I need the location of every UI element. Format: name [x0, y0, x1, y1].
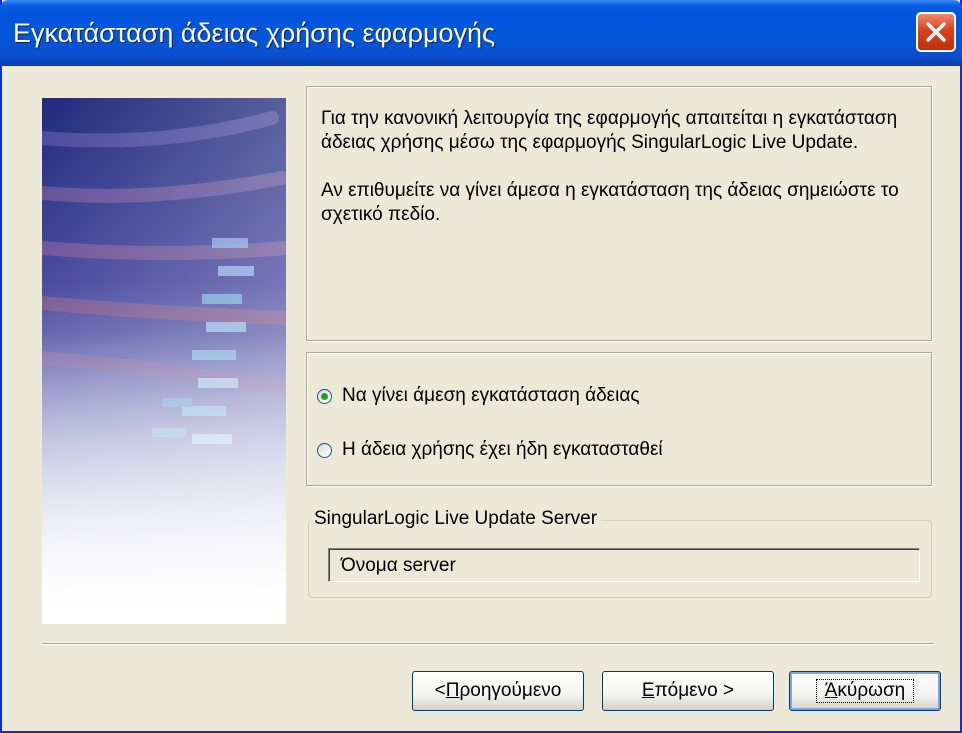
option-already-installed[interactable]: Η άδεια χρήσης έχει ήδη εγκατασταθεί [317, 439, 663, 461]
close-button[interactable] [916, 12, 956, 52]
next-button[interactable]: Επόμενο > [602, 671, 774, 711]
info-paragraph-2: Αν επιθυμείτε να γίνει άμεσα η εγκατάστα… [321, 180, 899, 225]
radio-button-checked[interactable] [317, 388, 332, 404]
server-name-field: Όνομα server [328, 548, 920, 582]
close-icon [926, 22, 946, 42]
option-already-installed-label: Η άδεια χρήσης έχει ήδη εγκατασταθεί [342, 439, 663, 460]
cancel-button-focus: Άκύρωση [815, 679, 915, 703]
wizard-side-image [42, 98, 286, 624]
cancel-button[interactable]: Άκύρωση [789, 671, 941, 711]
option-install-now[interactable]: Να γίνει άμεση εγκατάσταση άδειας [317, 385, 640, 407]
next-button-label: πόμενο > [654, 680, 735, 701]
server-group-legend: SingularLogic Live Update Server [310, 508, 602, 530]
next-button-mnemonic: Ε [641, 680, 655, 701]
back-button-mnemonic: Π [445, 680, 460, 701]
cancel-button-mnemonic: Ά [824, 680, 838, 701]
back-button[interactable]: < Προηγούμενο [412, 671, 584, 711]
info-panel: Για την κανονική λειτουργία της εφαρμογή… [306, 86, 932, 341]
option-install-now-label: Να γίνει άμεση εγκατάσταση άδειας [342, 385, 640, 406]
separator [42, 643, 934, 645]
radio-button-unchecked[interactable] [317, 442, 332, 458]
back-button-prefix: < [434, 680, 446, 701]
window-title: Εγκατάσταση άδειας χρήσης εφαρμογής [13, 18, 496, 48]
back-button-label: ροηγούμενο [459, 680, 562, 701]
title-bar[interactable]: Εγκατάσταση άδειας χρήσης εφαρμογής [0, 0, 962, 66]
info-paragraph-1: Για την κανονική λειτουργία της εφαρμογή… [321, 108, 898, 153]
dialog-window: Εγκατάσταση άδειας χρήσης εφαρμογής Για … [0, 0, 962, 733]
info-text: Για την κανονική λειτουργία της εφαρμογή… [321, 107, 921, 251]
cancel-button-label: κύρωση [837, 680, 906, 701]
options-panel: Να γίνει άμεση εγκατάσταση άδειας Η άδει… [306, 352, 932, 486]
